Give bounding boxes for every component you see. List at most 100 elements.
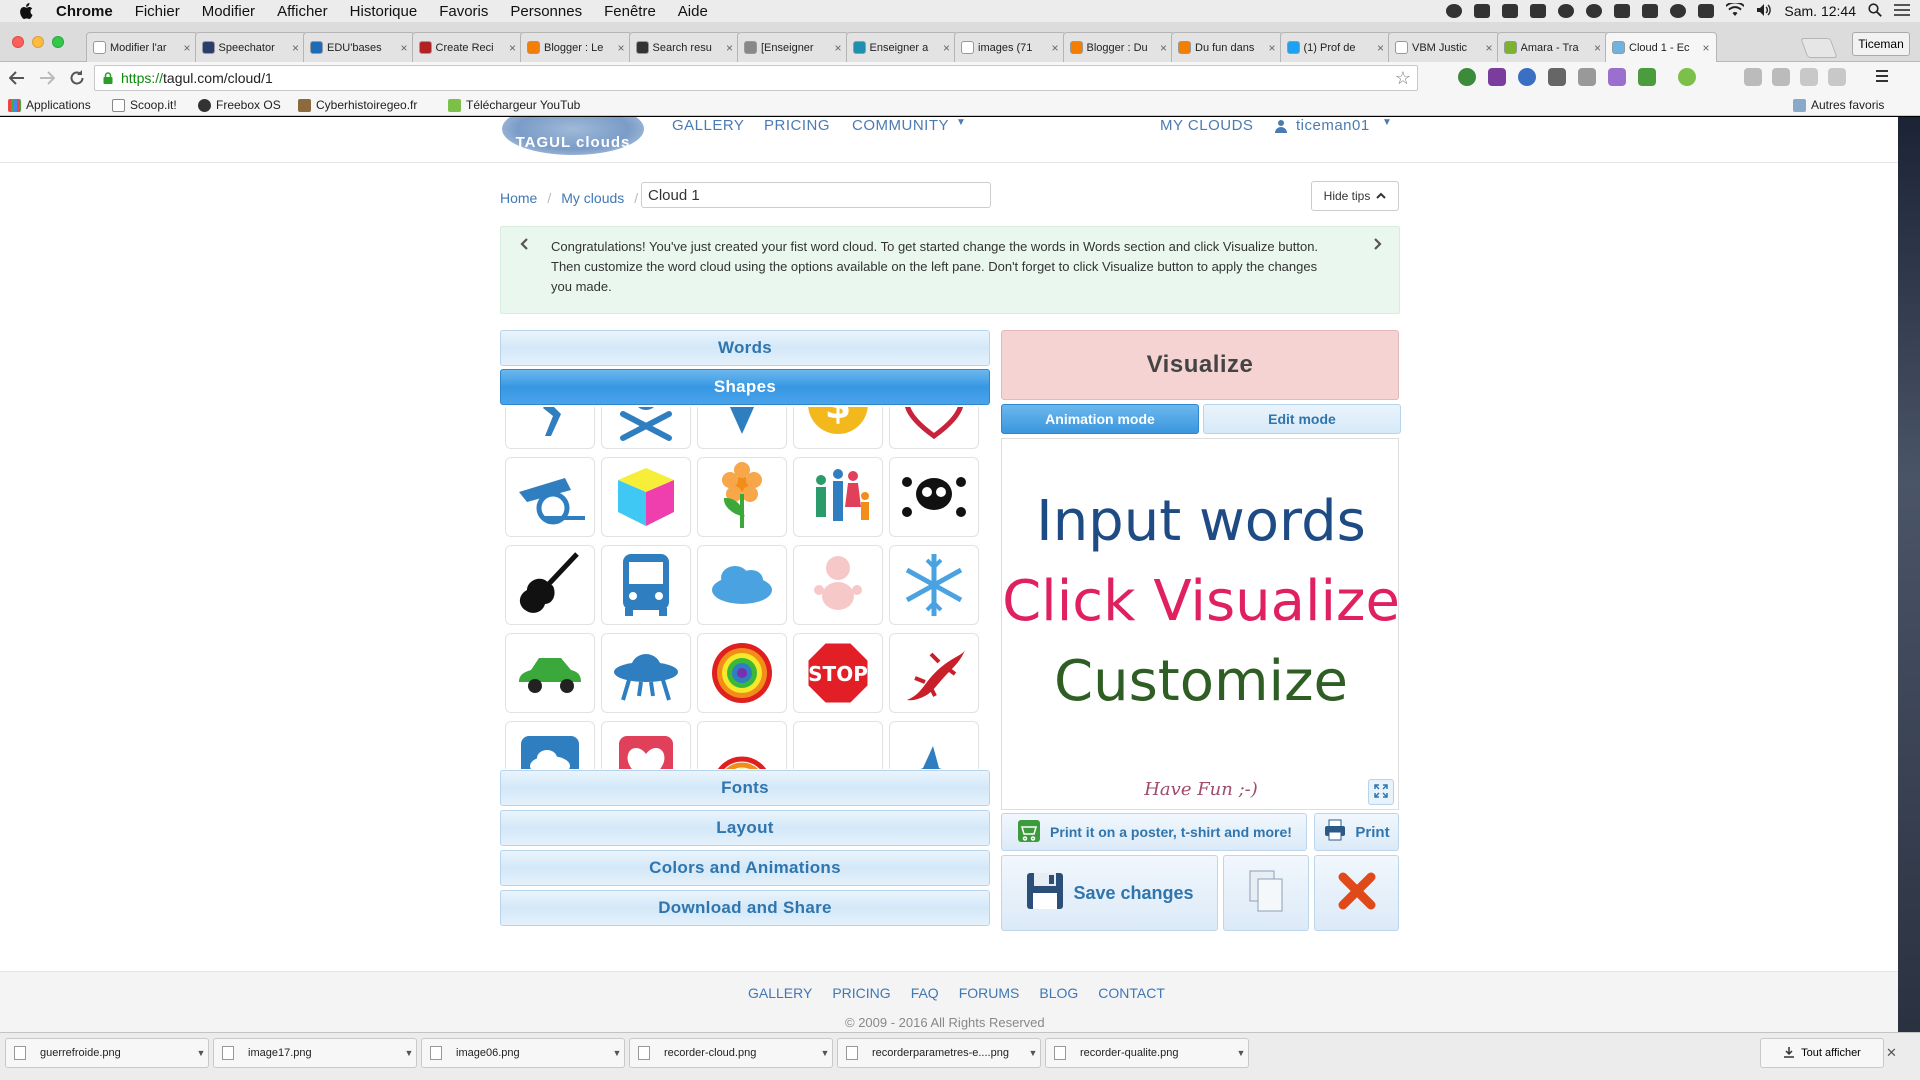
browser-tab[interactable]: Create Reci ×: [411, 32, 524, 62]
print-button[interactable]: Print: [1314, 813, 1399, 851]
chevron-left-icon[interactable]: [519, 235, 529, 256]
section-layout[interactable]: Layout: [500, 810, 990, 846]
footer-pricing[interactable]: PRICING: [832, 985, 890, 1001]
tab-close-icon[interactable]: ×: [1048, 41, 1062, 55]
download-menu-caret-icon[interactable]: ▼: [194, 1048, 208, 1058]
section-download-share[interactable]: Download and Share: [500, 890, 990, 926]
download-menu-caret-icon[interactable]: ▼: [818, 1048, 832, 1058]
shape-cloud-square[interactable]: [505, 721, 595, 769]
bookmark-applications[interactable]: Applications: [8, 98, 91, 112]
download-item[interactable]: recorder-qualite.png ▼: [1045, 1038, 1249, 1068]
edit-mode-button[interactable]: Edit mode: [1203, 404, 1401, 434]
shape-skull[interactable]: [889, 457, 979, 537]
shape-heart-square[interactable]: [601, 721, 691, 769]
printer-extension-icon[interactable]: [1638, 68, 1656, 86]
bluetooth-icon[interactable]: [1698, 4, 1715, 18]
bookmark-star-icon[interactable]: ☆: [1395, 68, 1411, 89]
shape-dollar-coin[interactable]: $: [793, 407, 883, 449]
download-item[interactable]: recorderparametres-e....png ▼: [837, 1038, 1041, 1068]
footer-blog[interactable]: BLOG: [1039, 985, 1078, 1001]
secure-lock-icon[interactable]: [103, 72, 115, 84]
shape-rainbow[interactable]: [697, 721, 787, 769]
quill-extension-icon[interactable]: [1608, 68, 1626, 86]
tab-close-icon[interactable]: ×: [1265, 41, 1279, 55]
tab-close-icon[interactable]: ×: [831, 41, 845, 55]
shape-target[interactable]: [697, 633, 787, 713]
bookmark-freebox[interactable]: Freebox OS: [198, 98, 281, 112]
shape-cannon[interactable]: [505, 457, 595, 537]
grey-extension-icon[interactable]: [1772, 68, 1790, 86]
browser-tab[interactable]: Blogger : Du ×: [1062, 32, 1175, 62]
nav-user[interactable]: ticeman01: [1296, 117, 1370, 134]
shape-airplane[interactable]: [889, 721, 979, 769]
tab-close-icon[interactable]: ×: [506, 41, 520, 55]
tab-close-icon[interactable]: ×: [723, 41, 737, 55]
nav-gallery[interactable]: GALLERY: [672, 117, 744, 134]
camera-extension-icon[interactable]: [1578, 68, 1596, 86]
spotlight-search-icon[interactable]: [1868, 2, 1882, 20]
tagul-logo[interactable]: TAGUL clouds: [502, 117, 644, 155]
cloud-sync-icon[interactable]: [1558, 4, 1575, 18]
nav-pricing[interactable]: PRICING: [764, 117, 830, 134]
fullscreen-button[interactable]: [1368, 779, 1394, 805]
download-item[interactable]: recorder-cloud.png ▼: [629, 1038, 833, 1068]
browser-tab[interactable]: Du fun dans ×: [1171, 32, 1283, 62]
menu-fenetre[interactable]: Fenêtre: [604, 3, 656, 20]
breadcrumb-my-clouds[interactable]: My clouds: [561, 190, 624, 206]
word-cloud-canvas[interactable]: Input words Click Visualize Customize Ha…: [1001, 438, 1400, 810]
eject-icon[interactable]: [1642, 4, 1659, 18]
save-changes-button[interactable]: Save changes: [1001, 855, 1218, 931]
shape-snowflake[interactable]: [889, 545, 979, 625]
browser-tab[interactable]: Search resu ×: [628, 32, 741, 62]
browser-tab[interactable]: Speechator ×: [194, 32, 307, 62]
bookmark-other[interactable]: Autres favoris: [1793, 98, 1884, 112]
browser-tab[interactable]: [Enseigner ×: [737, 32, 849, 62]
window-minimize-button[interactable]: [32, 36, 44, 48]
download-item[interactable]: image06.png ▼: [421, 1038, 625, 1068]
time-machine-icon[interactable]: [1670, 4, 1687, 18]
browser-tab[interactable]: Modifier l'ar ×: [86, 32, 198, 62]
download-item[interactable]: guerrefroide.png ▼: [5, 1038, 209, 1068]
window-close-button[interactable]: [12, 36, 24, 48]
browser-tab[interactable]: EDU'bases ×: [303, 32, 415, 62]
menu-fichier[interactable]: Fichier: [135, 3, 180, 20]
tab-close-icon[interactable]: ×: [1482, 41, 1496, 55]
bookmark-cyberhistoiregeo[interactable]: Cyberhistoiregeo.fr: [298, 98, 417, 112]
close-shelf-icon[interactable]: ✕: [1886, 1045, 1897, 1061]
evernote-extension-icon[interactable]: [1548, 68, 1566, 86]
wifi-icon[interactable]: [1725, 0, 1746, 20]
tab-close-icon[interactable]: ×: [289, 41, 303, 55]
shape-bat[interactable]: [793, 721, 883, 769]
footer-faq[interactable]: FAQ: [911, 985, 939, 1001]
shape-stop-sign[interactable]: STOP: [793, 633, 883, 713]
footer-gallery[interactable]: GALLERY: [748, 985, 812, 1001]
activity-icon[interactable]: [1586, 4, 1603, 18]
bookmark-scoopit[interactable]: Scoop.it!: [112, 98, 177, 112]
footer-forums[interactable]: FORUMS: [959, 985, 1020, 1001]
shape-flower[interactable]: [697, 457, 787, 537]
show-all-downloads-button[interactable]: Tout afficher: [1760, 1038, 1884, 1068]
browser-tab[interactable]: (1) Prof de ×: [1279, 32, 1392, 62]
notification-center-icon[interactable]: [1894, 3, 1910, 19]
shape-guitar[interactable]: [505, 545, 595, 625]
grid-extension-icon[interactable]: [1828, 68, 1846, 86]
print-poster-button[interactable]: Print it on a poster, t-shirt and more!: [1001, 813, 1307, 851]
chrome-menu-icon[interactable]: [1874, 68, 1892, 86]
browser-tab[interactable]: Amara - Tra ×: [1496, 32, 1609, 62]
download-menu-caret-icon[interactable]: ▼: [1234, 1048, 1248, 1058]
browser-tab[interactable]: Cloud 1 - Ec ×: [1605, 32, 1717, 62]
airplay-icon[interactable]: [1614, 4, 1631, 18]
browser-tab[interactable]: Enseigner a ×: [845, 32, 958, 62]
extension-green-icon[interactable]: [1458, 68, 1476, 86]
onenote-extension-icon[interactable]: [1488, 68, 1506, 86]
new-tab-button[interactable]: [1800, 38, 1838, 58]
menubar-clock[interactable]: Sam. 12:44: [1784, 3, 1856, 19]
profile-button[interactable]: Ticeman: [1852, 32, 1910, 56]
section-fonts[interactable]: Fonts: [500, 770, 990, 806]
volume-icon[interactable]: [1756, 3, 1772, 20]
address-bar[interactable]: https://tagul.com/cloud/1 ☆: [94, 65, 1418, 91]
section-shapes[interactable]: Shapes: [500, 369, 990, 405]
tab-close-icon[interactable]: ×: [397, 41, 411, 55]
tab-close-icon[interactable]: ×: [180, 41, 194, 55]
shape-runner[interactable]: [505, 407, 595, 449]
